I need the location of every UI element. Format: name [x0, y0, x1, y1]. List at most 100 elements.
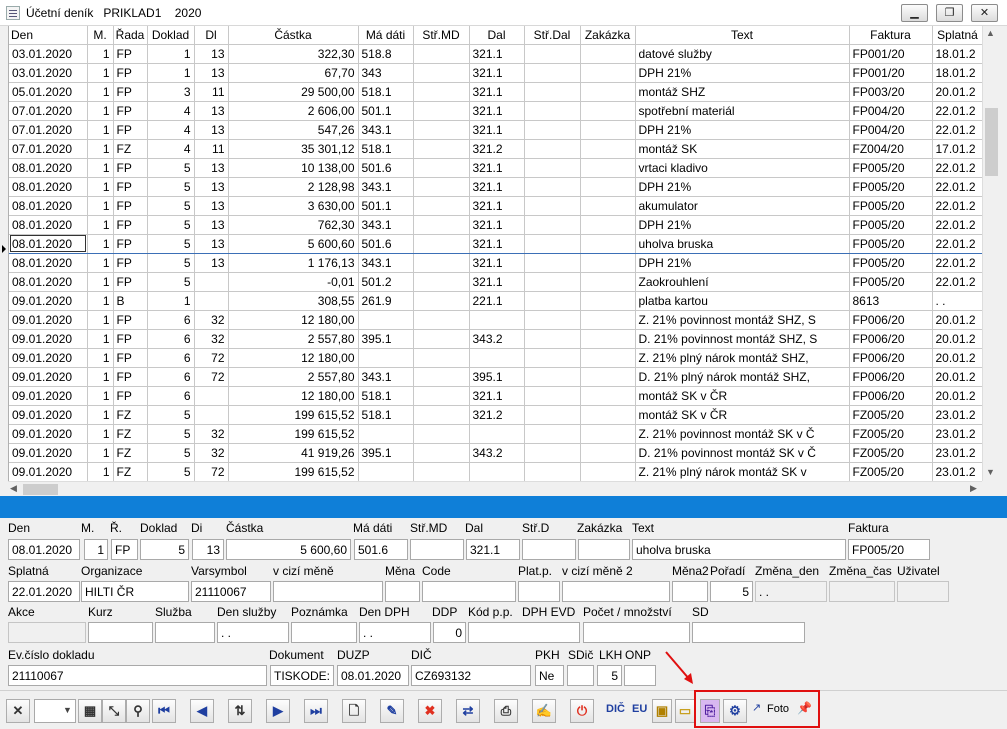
kodpp-field[interactable] [468, 622, 580, 643]
table-cell[interactable] [524, 272, 581, 292]
table-row[interactable]: 08.01.2020 1 FP 5 13 10 138,00 501.6 321.1 vrtac… [9, 158, 982, 178]
table-cell[interactable]: montáž SHZ [635, 82, 850, 102]
column-header[interactable]: Faktura [849, 26, 933, 45]
mena2-field[interactable] [672, 581, 708, 602]
scroll-thumb[interactable] [985, 108, 998, 176]
filter-dropdown[interactable]: ▼ [34, 699, 76, 723]
table-cell[interactable] [413, 82, 470, 102]
table-cell[interactable]: DPH 21% [635, 253, 850, 273]
table-cell[interactable] [524, 120, 581, 140]
table-cell[interactable]: Z. 21% plný nárok montáž SK v [635, 462, 850, 481]
table-cell[interactable]: 13 [194, 44, 229, 64]
table-cell[interactable] [194, 386, 229, 406]
table-cell[interactable]: FP001/20 [849, 63, 933, 83]
table-cell[interactable] [524, 177, 581, 197]
table-cell[interactable]: 67,70 [228, 63, 359, 83]
sluzba-field[interactable] [155, 622, 215, 643]
table-cell[interactable] [524, 386, 581, 406]
table-cell[interactable]: 6 [147, 367, 195, 387]
table-cell[interactable] [524, 158, 581, 178]
note-button[interactable]: ▣ [652, 699, 672, 723]
table-cell[interactable]: 343.1 [358, 215, 414, 235]
table-cell[interactable] [413, 291, 470, 311]
table-cell[interactable] [580, 405, 636, 425]
table-cell[interactable] [580, 253, 636, 273]
table-cell[interactable]: 32 [194, 424, 229, 444]
table-cell[interactable]: FP006/20 [849, 386, 933, 406]
table-cell[interactable] [358, 310, 414, 330]
text-field[interactable]: uholva bruska [632, 539, 846, 560]
new-document-button[interactable]: 🗋 [342, 699, 366, 723]
table-cell[interactable]: 321.1 [469, 101, 525, 121]
table-cell[interactable]: platba kartou [635, 291, 850, 311]
table-cell[interactable]: 518.1 [358, 386, 414, 406]
table-cell[interactable]: FP [113, 215, 148, 235]
table-row[interactable]: 03.01.2020 1 FP 1 13 67,70 343 321.1 DPH 21% FP00… [9, 63, 982, 83]
table-cell[interactable]: 03.01.2020 [9, 63, 88, 83]
table-row[interactable]: 08.01.2020 1 FP 5 -0,01 501.2 321.1 Zaokrouhlen… [9, 272, 982, 292]
table-cell[interactable] [580, 82, 636, 102]
table-cell[interactable]: 5 [147, 424, 195, 444]
table-cell[interactable] [524, 233, 581, 254]
table-cell[interactable]: 5 [147, 215, 195, 235]
table-cell[interactable]: DPH 21% [635, 215, 850, 235]
table-cell[interactable]: 09.01.2020 [9, 386, 88, 406]
table-cell[interactable] [358, 348, 414, 368]
table-cell[interactable] [524, 63, 581, 83]
table-cell[interactable]: 07.01.2020 [9, 120, 88, 140]
table-cell[interactable]: Zaokrouhlení [635, 272, 850, 292]
table-cell[interactable]: 5 [147, 253, 195, 273]
scroll-left-icon[interactable]: ◀ [10, 483, 17, 494]
table-cell[interactable] [413, 462, 470, 481]
table-cell[interactable] [413, 177, 470, 197]
table-cell[interactable] [580, 329, 636, 349]
table-cell[interactable] [524, 424, 581, 444]
table-cell[interactable]: 5 [147, 177, 195, 197]
horizontal-scrollbar[interactable]: ◀ ▶ [8, 481, 982, 496]
table-cell[interactable]: 13 [194, 63, 229, 83]
table-cell[interactable] [580, 367, 636, 387]
restore-button[interactable]: ❐ [936, 4, 963, 22]
table-cell[interactable]: 199 615,52 [228, 405, 359, 425]
close-button[interactable]: ✕ [971, 4, 998, 22]
onp-field[interactable] [624, 665, 656, 686]
table-cell[interactable]: 22.01.2 [932, 177, 982, 197]
table-cell[interactable]: 501.2 [358, 272, 414, 292]
table-cell[interactable]: FP [113, 367, 148, 387]
table-cell[interactable]: 1 [87, 139, 114, 159]
table-row[interactable]: 09.01.2020 1 FZ 5 32 41 919,26 395.1 343.2 D. 21… [9, 443, 982, 463]
table-cell[interactable]: 1 [87, 443, 114, 463]
table-cell[interactable]: FP [113, 44, 148, 64]
sort-button[interactable]: ⇅ [228, 699, 252, 723]
table-cell[interactable]: 321.1 [469, 272, 525, 292]
table-cell[interactable]: 13 [194, 196, 229, 216]
table-cell[interactable] [413, 196, 470, 216]
table-cell[interactable]: 09.01.2020 [9, 405, 88, 425]
table-cell[interactable]: 07.01.2020 [9, 139, 88, 159]
table-cell[interactable] [524, 101, 581, 121]
table-cell[interactable]: 518.1 [358, 405, 414, 425]
hscroll-thumb[interactable] [23, 484, 58, 495]
column-header[interactable]: Stř.Dal [524, 26, 581, 45]
table-cell[interactable]: 11 [194, 82, 229, 102]
column-header[interactable]: Splatná [932, 26, 982, 45]
table-cell[interactable]: 1 [87, 196, 114, 216]
table-cell[interactable]: 72 [194, 348, 229, 368]
table-cell[interactable]: 1 [87, 462, 114, 481]
table-cell[interactable]: FZ [113, 139, 148, 159]
table-cell[interactable]: FP [113, 101, 148, 121]
table-cell[interactable]: 518.8 [358, 44, 414, 64]
table-row[interactable]: 07.01.2020 1 FP 4 13 2 606,00 501.1 321.1 spotře… [9, 101, 982, 121]
table-cell[interactable]: 322,30 [228, 44, 359, 64]
table-cell[interactable] [413, 348, 470, 368]
table-cell[interactable]: 6 [147, 386, 195, 406]
dic-field[interactable]: CZ693132 [411, 665, 531, 686]
scroll-up-icon[interactable]: ▲ [986, 28, 995, 38]
cancel-button[interactable]: ✕ [6, 699, 30, 723]
table-cell[interactable] [524, 82, 581, 102]
table-cell[interactable]: 11 [194, 139, 229, 159]
table-cell[interactable]: FZ005/20 [849, 424, 933, 444]
table-cell[interactable]: FZ005/20 [849, 405, 933, 425]
chevron-down-icon[interactable]: ▼ [63, 705, 72, 715]
table-cell[interactable] [580, 233, 636, 254]
